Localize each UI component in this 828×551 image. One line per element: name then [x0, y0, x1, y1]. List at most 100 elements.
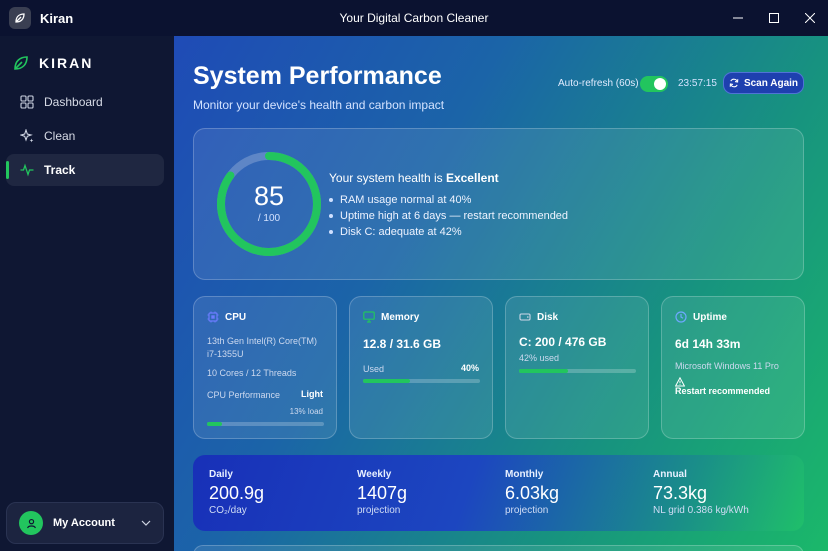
sidebar-item-dashboard[interactable]: Dashboard — [6, 86, 164, 118]
page-title: System Performance — [193, 62, 442, 90]
disk-title: Disk — [537, 311, 559, 323]
impact-monthly: Monthly 6.03kg projection — [505, 469, 559, 516]
health-headline: Your system health is Excellent — [329, 171, 499, 185]
impact-daily: Daily 200.9g CO₂/day — [209, 469, 264, 516]
memory-usage-fill — [363, 379, 410, 383]
health-score-max: / 100 — [257, 213, 281, 224]
health-card: 85 / 100 Your system health is Excellent… — [193, 128, 804, 280]
chevron-down-icon — [141, 520, 151, 526]
close-button[interactable] — [792, 0, 828, 36]
memory-value: 12.8 / 31.6 GB — [363, 337, 442, 351]
maximize-button[interactable] — [756, 0, 792, 36]
impact-value: 73.3kg — [653, 483, 708, 503]
drive-icon — [519, 313, 531, 321]
clock-icon — [675, 311, 687, 323]
impact-sub: NL grid 0.386 kg/kWh — [653, 505, 749, 516]
next-section-card — [193, 545, 804, 551]
pulse-icon — [20, 163, 34, 177]
grid-icon — [20, 95, 34, 109]
impact-value: 1407g — [357, 483, 408, 503]
maximize-icon — [769, 13, 779, 23]
brand: KIRAN — [12, 54, 93, 72]
cpu-title: CPU — [225, 311, 247, 323]
scan-again-button[interactable]: Scan Again — [723, 72, 804, 94]
impact-label: Monthly — [505, 469, 544, 480]
memory-card: Memory 12.8 / 31.6 GB Used 40% — [349, 296, 493, 439]
chip-icon — [207, 311, 219, 323]
memory-card-header: Memory — [363, 311, 419, 323]
impact-label: Daily — [209, 469, 233, 480]
uptime-warning: Restart recommended — [675, 386, 771, 396]
window-title: Your Digital Carbon Cleaner — [339, 11, 489, 25]
impact-weekly: Weekly 1407g projection — [357, 469, 407, 516]
impact-sub: projection — [505, 505, 549, 516]
monitor-icon — [363, 311, 375, 323]
auto-refresh-label: Auto-refresh (60s) — [558, 78, 639, 89]
account-button[interactable]: My Account — [6, 502, 164, 544]
auto-refresh-toggle[interactable] — [640, 76, 668, 92]
impact-value: 6.03kg — [505, 483, 560, 503]
main-content: System Performance Monitor your device's… — [174, 36, 828, 551]
impact-value: 200.9g — [209, 483, 265, 503]
memory-usage-bar — [363, 379, 480, 383]
disk-card-header: Disk — [519, 311, 558, 323]
sparkle-icon — [20, 129, 34, 143]
sidebar-item-label: Track — [44, 163, 76, 177]
minimize-button[interactable] — [720, 0, 756, 36]
disk-usage-bar — [519, 369, 636, 373]
disk-value: C: 200 / 476 GB — [519, 335, 607, 349]
cpu-load-fill — [207, 422, 223, 426]
refresh-clock: 23:57:15 — [678, 78, 717, 89]
disk-usage-fill — [519, 369, 569, 373]
health-headline-prefix: Your system health is — [329, 171, 446, 185]
cpu-performance-value: Light — [301, 389, 323, 399]
impact-annual: Annual 73.3kg NL grid 0.386 kg/kWh — [653, 469, 749, 516]
impact-label: Weekly — [357, 469, 392, 480]
account-label: My Account — [53, 517, 115, 529]
cpu-load-text: 13% load — [289, 407, 323, 416]
sidebar-item-track[interactable]: Track — [6, 154, 164, 186]
impact-label: Annual — [653, 469, 687, 480]
page-subtitle: Monitor your device's health and carbon … — [193, 98, 445, 112]
uptime-value: 6d 14h 33m — [675, 337, 741, 351]
uptime-title: Uptime — [693, 311, 727, 323]
sidebar-item-clean[interactable]: Clean — [6, 120, 164, 152]
nav: Dashboard Clean Track — [6, 86, 164, 188]
leaf-icon — [14, 56, 28, 70]
uptime-card-header: Uptime — [675, 311, 727, 323]
memory-used-percent: 40% — [460, 363, 479, 373]
refresh-icon — [729, 78, 739, 88]
carbon-impact-strip: Daily 200.9g CO₂/day Weekly 1407g projec… — [193, 455, 804, 531]
toggle-knob — [654, 78, 666, 90]
sidebar-item-label: Dashboard — [44, 95, 103, 109]
health-bullet: RAM usage normal at 40% — [329, 194, 568, 207]
close-icon — [805, 13, 815, 23]
cpu-cores: 10 Cores / 12 Threads — [207, 368, 297, 378]
health-bullets: RAM usage normal at 40% Uptime high at 6… — [329, 194, 568, 242]
user-icon — [26, 518, 36, 528]
memory-title: Memory — [381, 311, 420, 323]
avatar — [19, 511, 43, 535]
cpu-performance-label: CPU Performance — [207, 390, 281, 400]
health-score: 85 — [253, 181, 285, 211]
cpu-load-bar — [207, 422, 324, 426]
memory-used-label: Used — [363, 364, 385, 374]
cpu-card: CPU 13th Gen Intel(R) Core(TM) i7-1355U … — [193, 296, 337, 439]
cpu-card-header: CPU — [207, 311, 246, 323]
impact-sub: CO₂/day — [209, 505, 247, 516]
uptime-card: Uptime 6d 14h 33m Microsoft Windows 11 P… — [661, 296, 805, 439]
uptime-os: Microsoft Windows 11 Pro — [675, 361, 779, 371]
health-bullet: Uptime high at 6 days — restart recommen… — [329, 210, 568, 223]
health-bullet: Disk C: adequate at 42% — [329, 226, 568, 239]
disk-used-text: 42% used — [519, 353, 560, 363]
scan-again-label: Scan Again — [743, 77, 799, 89]
sidebar-item-label: Clean — [44, 129, 76, 143]
cpu-model: 13th Gen Intel(R) Core(TM) i7-1355U — [207, 336, 318, 359]
minimize-icon — [733, 17, 743, 19]
sidebar: KIRAN Dashboard Clean Track My Account — [0, 36, 174, 551]
health-status: Excellent — [445, 171, 499, 185]
app-logo-icon — [9, 7, 31, 29]
disk-card: Disk C: 200 / 476 GB 42% used — [505, 296, 649, 439]
brand-name: KIRAN — [39, 55, 94, 71]
impact-sub: projection — [357, 505, 401, 516]
